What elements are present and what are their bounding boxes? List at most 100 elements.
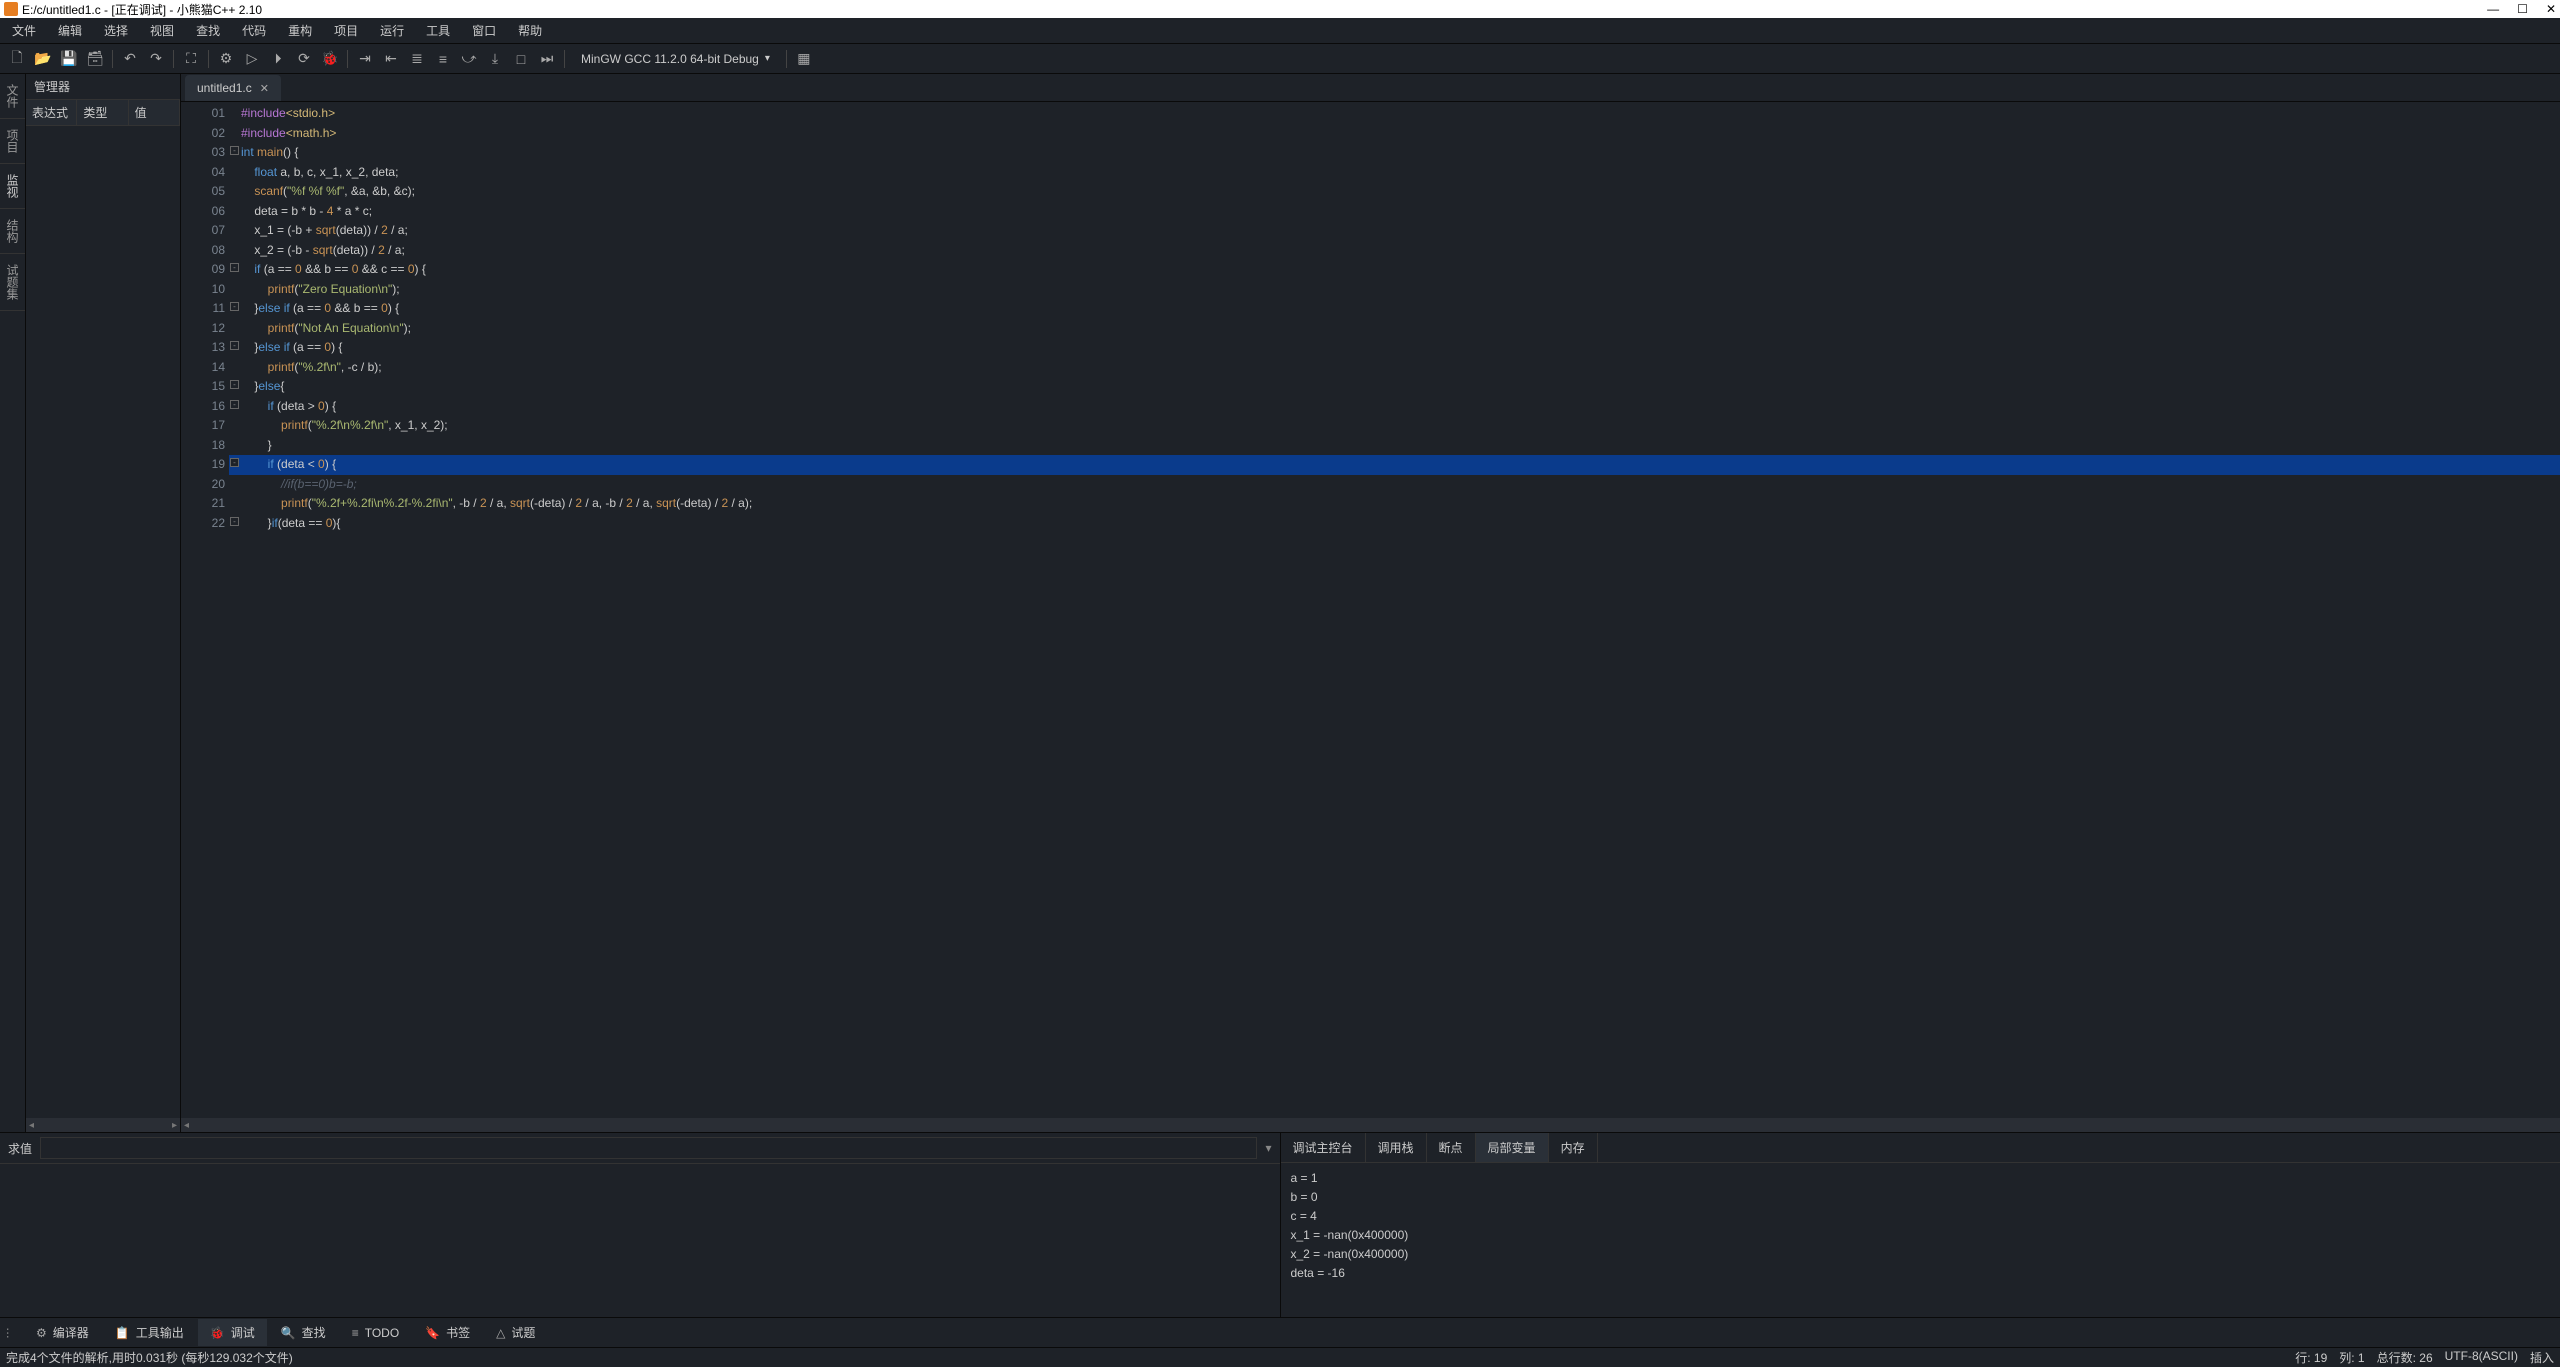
code-line[interactable]: x_2 = (-b - sqrt(deta)) / 2 / a; [229, 241, 2560, 261]
debug-icon[interactable]: 🐞 [321, 50, 339, 68]
line-number[interactable]: 13- [181, 338, 229, 358]
menu-文件[interactable]: 文件 [8, 20, 40, 41]
indent-icon[interactable]: ⇥ [356, 50, 374, 68]
code-line[interactable]: if (deta > 0) { [229, 397, 2560, 417]
dtab-调用栈[interactable]: 调用栈 [1366, 1133, 1427, 1162]
code-line[interactable]: if (a == 0 && b == 0 && c == 0) { [229, 260, 2560, 280]
code-line[interactable]: }else{ [229, 377, 2560, 397]
dtab-调试主控台[interactable]: 调试主控台 [1281, 1133, 1366, 1162]
code-line[interactable]: int main() { [229, 143, 2560, 163]
line-number[interactable]: 08 [181, 241, 229, 261]
maximize-button[interactable]: ☐ [2517, 2, 2528, 16]
manager-scrollbar[interactable]: ◂▸ [26, 1118, 180, 1132]
code-line[interactable]: }else if (a == 0 && b == 0) { [229, 299, 2560, 319]
code-line[interactable]: scanf("%f %f %f", &a, &b, &c); [229, 182, 2560, 202]
step-over-icon[interactable]: ⤻ [460, 50, 478, 68]
code-line[interactable]: printf("%.2f+%.2fi\n%.2f-%.2fi\n", -b / … [229, 494, 2560, 514]
outdent-icon[interactable]: ⇤ [382, 50, 400, 68]
minimize-button[interactable]: — [2487, 2, 2499, 16]
menu-项目[interactable]: 项目 [330, 20, 362, 41]
menu-窗口[interactable]: 窗口 [468, 20, 500, 41]
dtab-断点[interactable]: 断点 [1427, 1133, 1476, 1162]
close-icon[interactable]: ✕ [260, 82, 269, 95]
menu-运行[interactable]: 运行 [376, 20, 408, 41]
menu-查找[interactable]: 查找 [192, 20, 224, 41]
expand-icon[interactable]: ⛶ [182, 50, 200, 68]
code-line[interactable]: printf("Not An Equation\n"); [229, 319, 2560, 339]
line-number[interactable]: 16- [181, 397, 229, 417]
line-number[interactable]: 20 [181, 475, 229, 495]
manager-body[interactable] [26, 126, 180, 1118]
line-number[interactable]: 11- [181, 299, 229, 319]
line-number[interactable]: 07 [181, 221, 229, 241]
line-number[interactable]: 22- [181, 514, 229, 534]
save-file-icon[interactable]: 💾 [60, 50, 78, 68]
rebuild-icon[interactable]: ⟳ [295, 50, 313, 68]
line-number[interactable]: 21 [181, 494, 229, 514]
code-line[interactable]: //if(b==0)b=-b; [229, 475, 2560, 495]
line-number[interactable]: 01 [181, 104, 229, 124]
new-file-icon[interactable]: 🗋 [8, 50, 26, 68]
eval-input[interactable] [40, 1137, 1257, 1159]
menu-视图[interactable]: 视图 [146, 20, 178, 41]
menu-选择[interactable]: 选择 [100, 20, 132, 41]
mgr-col[interactable]: 类型 [77, 100, 128, 125]
btab-调试[interactable]: 🐞调试 [198, 1319, 267, 1346]
code-line[interactable]: x_1 = (-b + sqrt(deta)) / 2 / a; [229, 221, 2560, 241]
uncomment-icon[interactable]: ≡ [434, 50, 452, 68]
menu-代码[interactable]: 代码 [238, 20, 270, 41]
messages-vtab[interactable]: … [4, 1327, 18, 1339]
line-number[interactable]: 14 [181, 358, 229, 378]
undo-icon[interactable]: ↶ [121, 50, 139, 68]
mgr-col[interactable]: 表达式 [26, 100, 77, 125]
line-number[interactable]: 19- [181, 455, 229, 475]
menu-帮助[interactable]: 帮助 [514, 20, 546, 41]
open-file-icon[interactable]: 📂 [34, 50, 52, 68]
line-number[interactable]: 10 [181, 280, 229, 300]
line-number[interactable]: 04 [181, 163, 229, 183]
btab-试题[interactable]: △试题 [484, 1319, 547, 1346]
btab-书签[interactable]: 🔖书签 [413, 1319, 482, 1346]
code-editor[interactable]: 010203-040506070809-1011-1213-1415-16-17… [181, 102, 2560, 1118]
line-number[interactable]: 17 [181, 416, 229, 436]
run-icon[interactable]: ▷ [243, 50, 261, 68]
vtab-试题集[interactable]: 试题集 [0, 254, 25, 311]
mgr-col[interactable]: 值 [129, 100, 180, 125]
code-line[interactable]: float a, b, c, x_1, x_2, deta; [229, 163, 2560, 183]
btab-查找[interactable]: 🔍查找 [269, 1319, 338, 1346]
code-line[interactable]: if (deta < 0) { [229, 455, 2560, 475]
apps-icon[interactable]: ▦ [795, 50, 813, 68]
line-number[interactable]: 15- [181, 377, 229, 397]
code-line[interactable]: }else if (a == 0) { [229, 338, 2560, 358]
code-line[interactable]: #include<stdio.h> [229, 104, 2560, 124]
line-number[interactable]: 12 [181, 319, 229, 339]
code-line[interactable]: deta = b * b - 4 * a * c; [229, 202, 2560, 222]
save-all-icon[interactable]: 🗃 [86, 50, 104, 68]
code-line[interactable]: } [229, 436, 2560, 456]
vtab-监视[interactable]: 监视 [0, 164, 25, 209]
continue-icon[interactable]: ⏭ [538, 50, 556, 68]
compiler-select[interactable]: MinGW GCC 11.2.0 64-bit Debug [573, 52, 778, 66]
line-number[interactable]: 05 [181, 182, 229, 202]
menu-重构[interactable]: 重构 [284, 20, 316, 41]
code-line[interactable]: printf("Zero Equation\n"); [229, 280, 2560, 300]
compile-icon[interactable]: ⚙ [217, 50, 235, 68]
vtab-项目[interactable]: 项目 [0, 119, 25, 164]
dtab-局部变量[interactable]: 局部变量 [1476, 1133, 1549, 1162]
dtab-内存[interactable]: 内存 [1549, 1133, 1598, 1162]
stop-icon[interactable]: □ [512, 50, 530, 68]
line-number[interactable]: 06 [181, 202, 229, 222]
close-button[interactable]: ✕ [2546, 2, 2556, 16]
tab-untitled1[interactable]: untitled1.c ✕ [185, 75, 281, 101]
code-line[interactable]: printf("%.2f\n%.2f\n", x_1, x_2); [229, 416, 2560, 436]
line-number[interactable]: 03- [181, 143, 229, 163]
vtab-结构[interactable]: 结构 [0, 209, 25, 254]
menu-工具[interactable]: 工具 [422, 20, 454, 41]
compile-run-icon[interactable]: ⏵ [269, 50, 287, 68]
code-line[interactable]: #include<math.h> [229, 124, 2560, 144]
comment-icon[interactable]: ≣ [408, 50, 426, 68]
step-into-icon[interactable]: ⤓ [486, 50, 504, 68]
btab-工具输出[interactable]: 📋工具输出 [103, 1319, 196, 1346]
code-line[interactable]: printf("%.2f\n", -c / b); [229, 358, 2560, 378]
editor-scrollbar[interactable]: ◂ [181, 1118, 2560, 1132]
